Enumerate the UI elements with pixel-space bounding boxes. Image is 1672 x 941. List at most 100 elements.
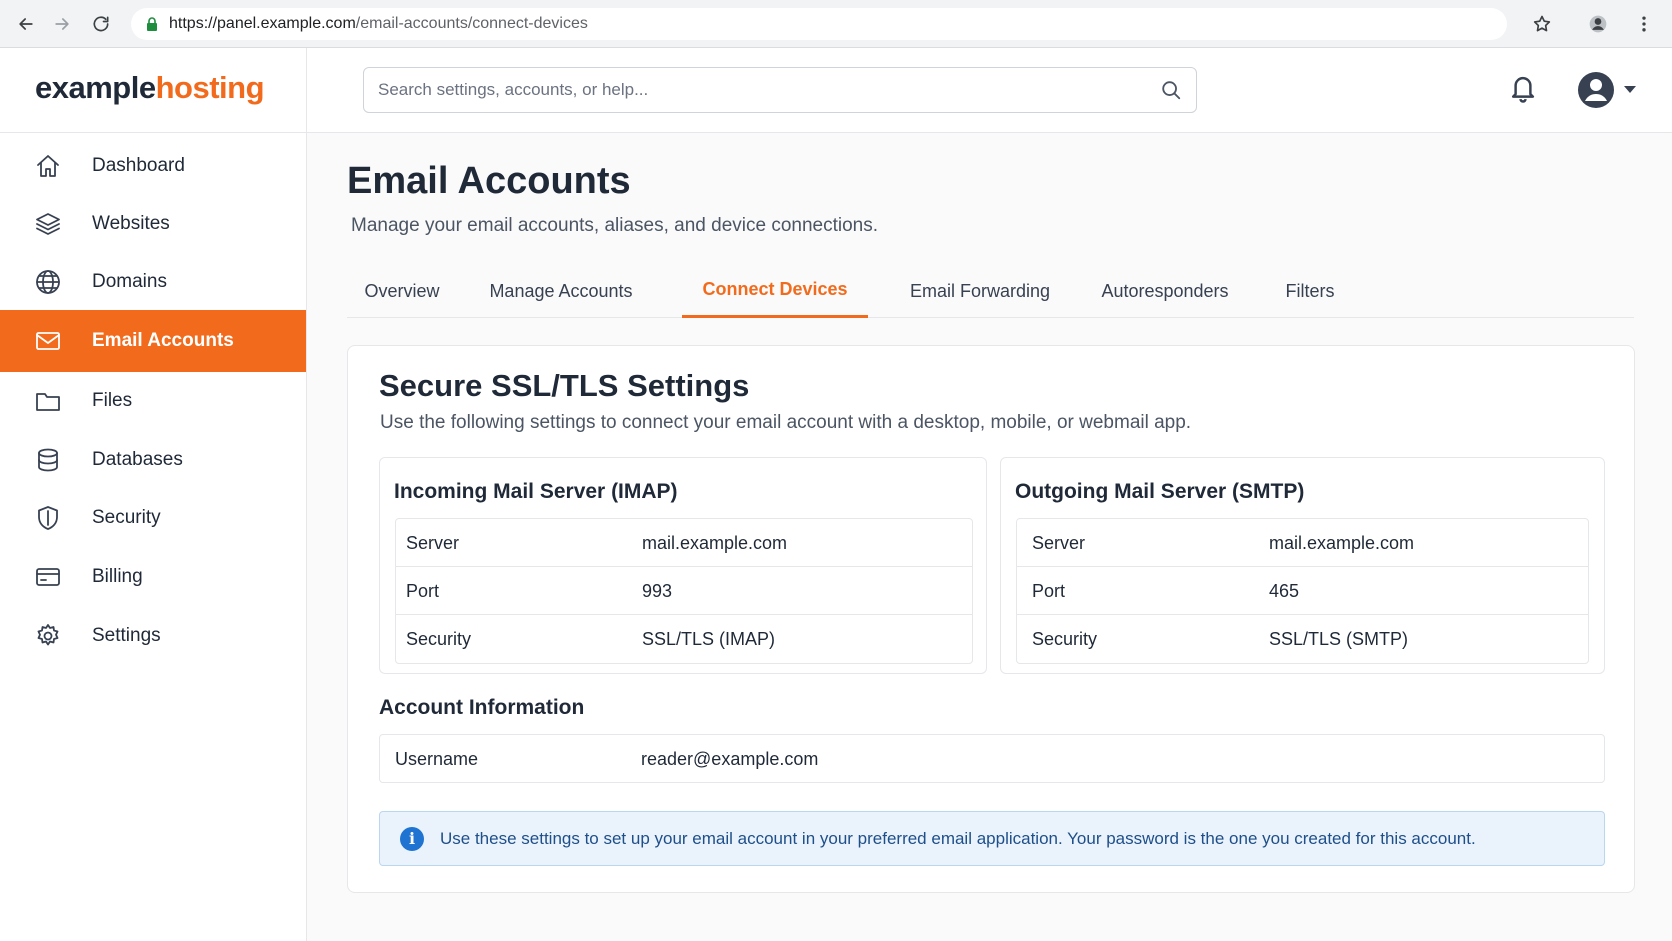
search-placeholder: Search settings, accounts, or help... [378,80,649,99]
username-row: Username reader@example.com [379,734,1605,783]
sidebar-item-databases[interactable]: Databases [0,429,306,491]
arrow-right-icon [55,18,69,30]
sidebar-item-label: Email Accounts [92,330,234,351]
browser-toolbar: https://panel.example.com/email-accounts… [0,0,1672,48]
table-row: Port 465 [1017,567,1588,615]
user-avatar-icon[interactable] [1576,70,1616,110]
reload-button[interactable] [87,10,115,38]
search-input[interactable]: Search settings, accounts, or help... [363,67,1197,113]
sidebar: Dashboard Websites Domains Email Account… [0,133,307,941]
sidebar-item-dashboard[interactable]: Dashboard [0,135,306,197]
sidebar-item-label: Websites [92,213,170,234]
sidebar-item-label: Dashboard [92,155,185,176]
info-icon: i [400,826,424,851]
setting-value[interactable]: 465 [1269,581,1299,602]
incoming-server-panel: Incoming Mail Server (IMAP) Server mail.… [379,457,987,674]
sidebar-item-label: Billing [92,566,143,587]
info-alert: i Use these settings to set up your emai… [379,811,1605,866]
more-vertical-icon [1642,16,1646,32]
setting-label: Security [406,629,472,649]
bell-icon [1511,76,1535,103]
table-row: Security SSL/TLS (SMTP) [1017,615,1588,663]
back-button[interactable] [12,10,40,38]
setting-label: Port [406,581,440,601]
logo-text-accent: hosting [155,70,265,105]
setting-value[interactable]: SSL/TLS (IMAP) [642,629,775,650]
profile-button[interactable] [1584,10,1612,38]
shield-icon [38,506,58,530]
url-host: https://panel.example.com [169,15,356,32]
url-path: /email-accounts/connect-devices [355,15,588,32]
mail-icon [36,332,60,350]
reload-icon [93,16,109,32]
tab-bar: Overview Manage Accounts Connect Devices… [347,264,1634,318]
info-alert-text: Use these settings to set up your email … [440,828,1476,848]
credit-card-icon [36,568,60,586]
setting-value[interactable]: 993 [642,581,672,602]
setting-label: Server [406,533,460,553]
outgoing-server-panel: Outgoing Mail Server (SMTP) Server mail.… [1000,457,1605,674]
header-divider [306,48,307,133]
tab-manage-accounts[interactable]: Manage Accounts [477,264,645,318]
tab-connect-devices[interactable]: Connect Devices [682,264,868,318]
home-icon [37,155,59,177]
setting-label: Server [1032,533,1086,553]
layers-icon [36,213,60,235]
setting-value[interactable]: mail.example.com [1269,533,1414,554]
incoming-settings-table: Server mail.example.com Port 993 Securit… [395,518,973,664]
logo[interactable]: examplehosting [35,70,265,106]
table-row: Port 993 [396,567,972,615]
setting-label: Security [1032,629,1098,649]
tab-filters[interactable]: Filters [1267,264,1353,318]
notifications-button[interactable] [1508,72,1540,108]
ssl-settings-card: Secure SSL/TLS Settings Use the followin… [347,345,1635,893]
page-subtitle: Manage your email accounts, aliases, and… [351,215,879,236]
search-icon[interactable] [1160,79,1182,101]
table-row: Server mail.example.com [396,519,972,567]
tab-autoresponders[interactable]: Autoresponders [1085,264,1245,318]
sidebar-item-security[interactable]: Security [0,487,306,549]
app-header: examplehosting Search settings, accounts… [0,48,1672,133]
browser-menu-button[interactable] [1630,10,1658,38]
tab-overview[interactable]: Overview [347,264,457,318]
gear-icon [37,624,59,646]
setting-value[interactable]: mail.example.com [642,533,787,554]
folder-icon [36,393,60,411]
sidebar-item-billing[interactable]: Billing [0,546,306,608]
sidebar-item-label: Settings [92,625,161,646]
sidebar-item-files[interactable]: Files [0,370,306,432]
table-row: Security SSL/TLS (IMAP) [396,615,972,663]
forward-button[interactable] [48,10,76,38]
sidebar-item-label: Files [92,390,133,411]
logo-text-primary: example [35,70,156,105]
setting-value[interactable]: SSL/TLS (SMTP) [1269,629,1408,650]
sidebar-item-settings[interactable]: Settings [0,605,306,667]
incoming-server-title: Incoming Mail Server (IMAP) [394,480,678,503]
table-row: Server mail.example.com [1017,519,1588,567]
address-bar[interactable]: https://panel.example.com/email-accounts… [131,8,1507,40]
sidebar-item-websites[interactable]: Websites [0,193,306,255]
page-title: Email Accounts [347,160,631,202]
username-label: Username [395,749,479,769]
card-subtitle: Use the following settings to connect yo… [380,412,1192,433]
chevron-down-icon[interactable] [1624,86,1636,93]
card-title: Secure SSL/TLS Settings [379,368,750,403]
setting-label: Port [1032,581,1066,601]
sidebar-item-domains[interactable]: Domains [0,251,306,313]
arrow-left-icon [19,18,33,30]
database-icon [38,448,58,472]
sidebar-item-label: Security [92,507,161,528]
star-icon [1533,15,1551,32]
outgoing-settings-table: Server mail.example.com Port 465 Securit… [1016,518,1589,664]
sidebar-item-email-accounts[interactable]: Email Accounts [0,310,306,372]
lock-icon [147,17,157,31]
sidebar-item-label: Domains [92,271,167,292]
person-icon [1589,15,1607,33]
sidebar-item-label: Databases [92,449,183,470]
globe-icon [36,270,60,294]
account-info-title: Account Information [379,696,585,719]
username-value[interactable]: reader@example.com [641,749,818,770]
outgoing-server-title: Outgoing Mail Server (SMTP) [1015,480,1305,503]
tab-email-forwarding[interactable]: Email Forwarding [894,264,1066,318]
bookmark-button[interactable] [1528,10,1556,38]
